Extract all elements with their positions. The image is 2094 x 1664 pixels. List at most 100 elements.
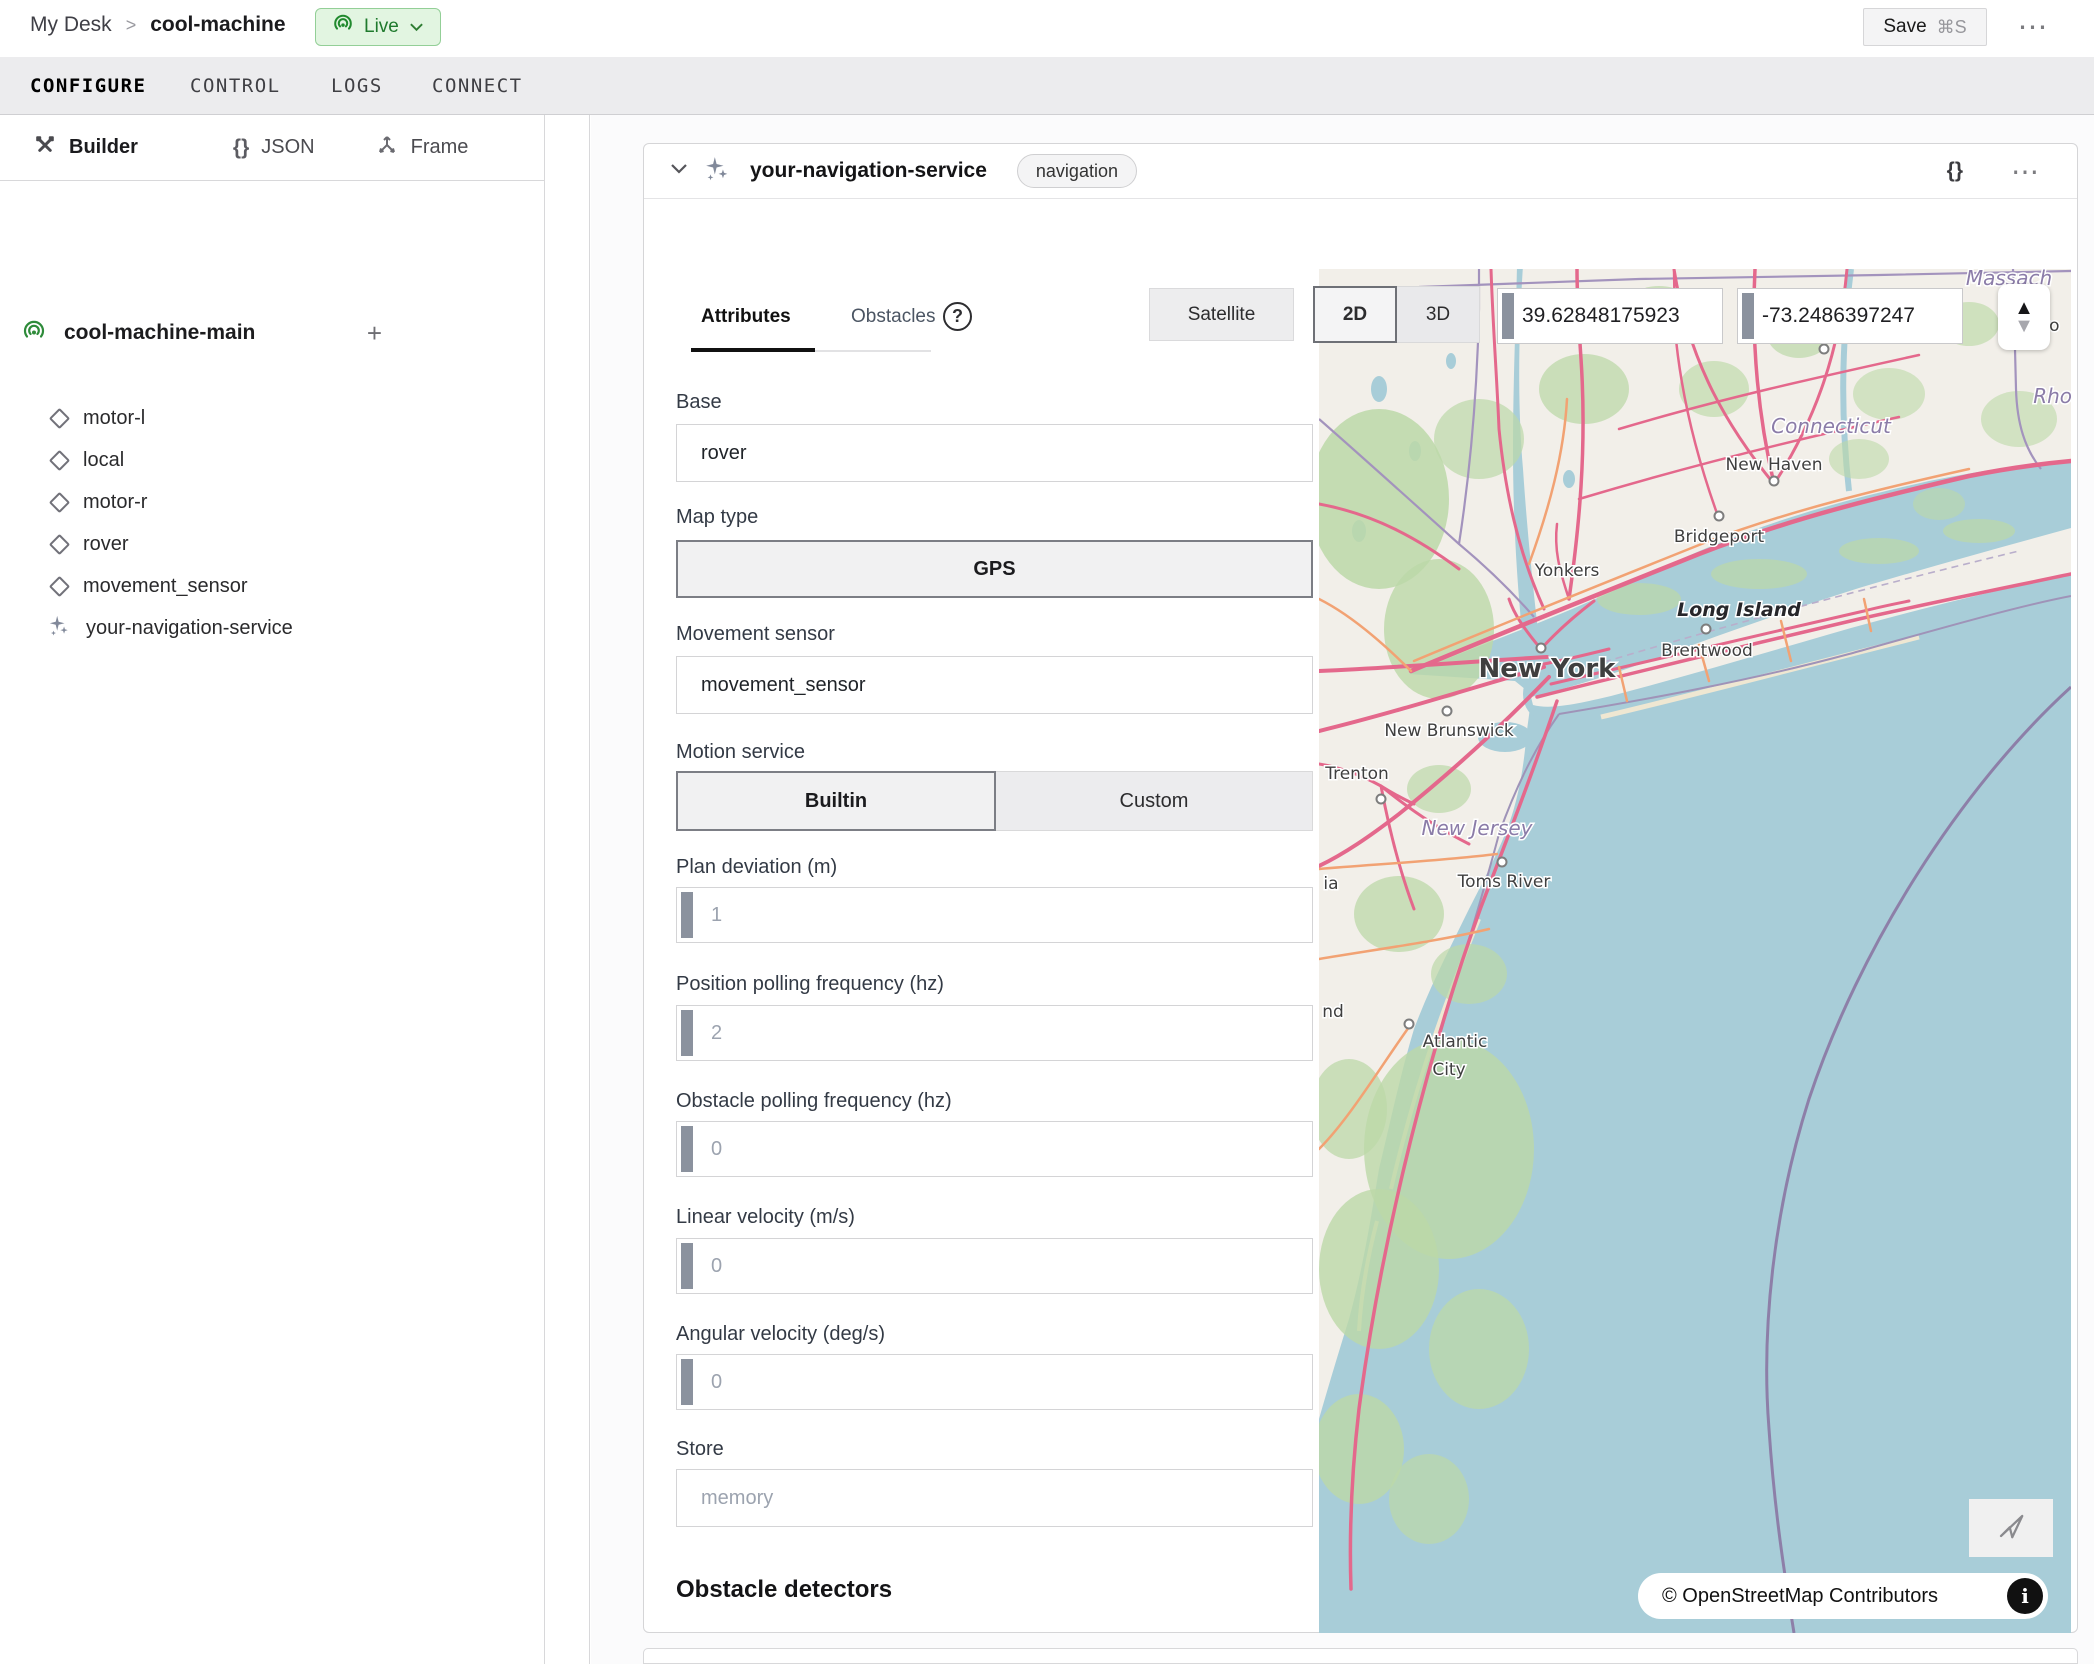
view-frame[interactable]: Frame [375, 133, 469, 163]
svg-text:Brentwood: Brentwood [1661, 641, 1753, 661]
svg-text:City: City [1432, 1060, 1465, 1080]
obstacle-polling-field [676, 1121, 1313, 1177]
svg-text:New Haven: New Haven [1726, 455, 1823, 475]
view-json[interactable]: {} JSON [233, 136, 315, 160]
base-label: Base [676, 391, 722, 414]
view-frame-label: Frame [411, 136, 469, 159]
svg-text:Long Island: Long Island [1677, 599, 1801, 621]
info-icon[interactable]: i [2007, 1578, 2043, 1614]
tab-logs[interactable]: LOGS [331, 57, 383, 115]
tree-item-movement-sensor[interactable]: movement_sensor [52, 565, 248, 607]
tree-item-rover[interactable]: rover [52, 523, 129, 565]
broadcast-icon [332, 13, 354, 41]
tree-item-local[interactable]: local [52, 439, 124, 481]
braces-icon: {} [233, 136, 249, 160]
angular-velocity-input[interactable] [677, 1355, 1312, 1409]
breadcrumb-current: cool-machine [150, 13, 285, 37]
navigation-arrow-icon [1996, 1511, 2026, 1546]
tab-obstacles[interactable]: Obstacles [851, 306, 935, 328]
longitude-drag-handle[interactable] [1742, 293, 1754, 339]
map-canvas[interactable]: Massach ro Rhod Connecticut New Haven Br… [1319, 269, 2071, 1633]
config-sidebar: Builder {} JSON Frame [0, 115, 545, 1664]
zoom-stepper[interactable]: ▲ ▼ [1998, 284, 2050, 350]
map-svg: Massach ro Rhod Connecticut New Haven Br… [1319, 269, 2071, 1633]
card-more-button[interactable]: ⋯ [2011, 155, 2039, 188]
service-type-badge: navigation [1017, 154, 1137, 188]
base-input[interactable] [677, 425, 1312, 481]
live-label: Live [364, 16, 399, 38]
tools-icon [33, 133, 57, 163]
card-header: your-navigation-service navigation {} ⋯ [644, 144, 2077, 199]
view-2d-button[interactable]: 2D [1313, 286, 1397, 343]
svg-text:Yonkers: Yonkers [1534, 561, 1600, 581]
tab-configure[interactable]: CONFIGURE [30, 57, 146, 115]
component-icon [49, 491, 70, 512]
collapse-chevron-icon[interactable] [670, 162, 688, 180]
linear-velocity-input[interactable] [677, 1239, 1312, 1293]
tab-attributes[interactable]: Attributes [701, 306, 791, 328]
latitude-drag-handle[interactable] [1502, 293, 1514, 339]
tree-root-label: cool-machine-main [64, 321, 349, 345]
help-icon[interactable]: ? [943, 302, 972, 331]
next-card-preview[interactable] [643, 1648, 2078, 1664]
longitude-input[interactable] [1762, 289, 1958, 343]
frame-axes-icon [375, 133, 399, 163]
satellite-toggle-button[interactable]: Satellite [1149, 288, 1294, 341]
chevron-down-icon [409, 16, 424, 38]
angular-velocity-label: Angular velocity (deg/s) [676, 1323, 885, 1346]
obstacle-polling-input[interactable] [677, 1122, 1312, 1176]
step-down-icon[interactable]: ▼ [2014, 316, 2034, 336]
add-component-button[interactable]: + [367, 318, 522, 349]
breadcrumb-root[interactable]: My Desk [30, 13, 112, 37]
svg-text:Bridgeport: Bridgeport [1674, 527, 1765, 547]
live-status-badge[interactable]: Live [315, 8, 441, 46]
tree-item-motor-l[interactable]: motor-l [52, 397, 145, 439]
base-field [676, 424, 1313, 482]
svg-text:nd: nd [1322, 1002, 1344, 1022]
position-polling-field [676, 1005, 1313, 1061]
save-shortcut: ⌘S [1937, 17, 1967, 38]
obstacle-polling-label: Obstacle polling frequency (hz) [676, 1090, 952, 1113]
map-attribution: © OpenStreetMap Contributors i [1638, 1573, 2048, 1619]
tree-item-navigation-service[interactable]: your-navigation-service [48, 607, 293, 649]
json-braces-icon[interactable]: {} [1947, 159, 1963, 183]
store-field [676, 1469, 1313, 1527]
svg-text:New Brunswick: New Brunswick [1384, 721, 1514, 741]
map-type-label: Map type [676, 506, 758, 529]
view-builder-label: Builder [69, 136, 138, 159]
plan-deviation-label: Plan deviation (m) [676, 856, 837, 879]
tree-item-motor-r[interactable]: motor-r [52, 481, 147, 523]
store-input[interactable] [677, 1470, 1312, 1526]
component-icon [49, 449, 70, 470]
latitude-field [1497, 288, 1723, 344]
position-polling-input[interactable] [677, 1006, 1312, 1060]
service-sparkle-icon [48, 615, 70, 642]
tab-connect[interactable]: CONNECT [432, 57, 523, 115]
attribution-text[interactable]: © OpenStreetMap Contributors [1662, 1585, 1938, 1608]
svg-text:ia: ia [1323, 874, 1338, 894]
tree-root-machine[interactable]: cool-machine-main + [22, 311, 522, 355]
breadcrumb-separator: > [126, 15, 137, 36]
motion-custom-option[interactable]: Custom [996, 771, 1313, 831]
locate-button[interactable] [1969, 1499, 2053, 1557]
navigation-service-card: your-navigation-service navigation {} ⋯ … [643, 143, 2078, 1633]
latitude-input[interactable] [1522, 289, 1718, 343]
view-3d-button[interactable]: 3D [1396, 286, 1480, 343]
linear-velocity-field [676, 1238, 1313, 1294]
movement-sensor-input[interactable] [677, 657, 1312, 713]
view-builder[interactable]: Builder [33, 133, 138, 163]
motion-builtin-option[interactable]: Builtin [676, 771, 996, 831]
panel-divider[interactable] [545, 115, 590, 1664]
motion-service-label: Motion service [676, 741, 805, 764]
angular-velocity-field [676, 1354, 1313, 1410]
motion-service-toggle: Builtin Custom [676, 771, 1313, 831]
map-type-select[interactable]: GPS [676, 540, 1313, 598]
tab-control[interactable]: CONTROL [190, 57, 281, 115]
save-button[interactable]: Save ⌘S [1863, 8, 1987, 46]
movement-sensor-label: Movement sensor [676, 623, 835, 646]
plan-deviation-input[interactable] [677, 888, 1312, 942]
more-menu-button[interactable]: ⋯ [2008, 4, 2058, 50]
svg-text:New York: New York [1479, 654, 1617, 684]
tab-underline-active [691, 348, 815, 352]
component-icon [49, 407, 70, 428]
